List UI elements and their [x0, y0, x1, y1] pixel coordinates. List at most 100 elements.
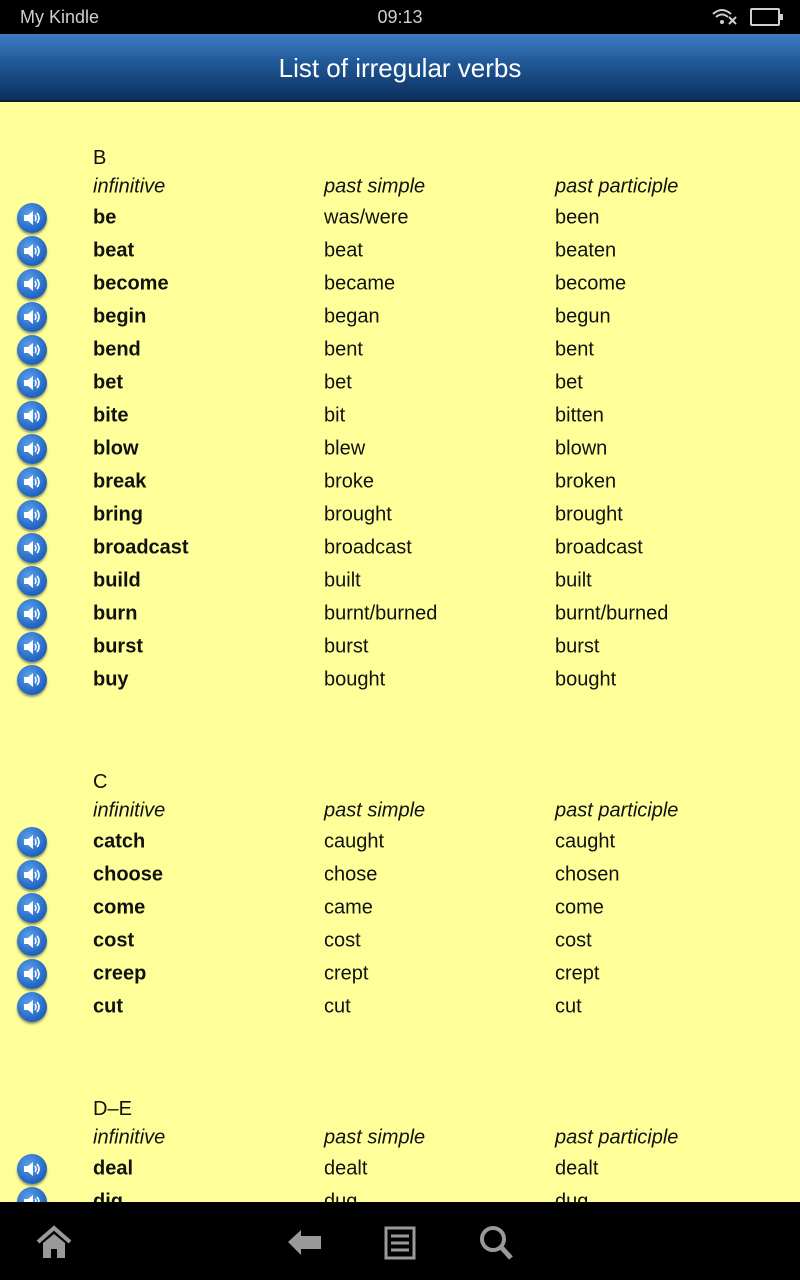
battery-charging-icon	[750, 8, 783, 26]
speaker-icon[interactable]	[17, 433, 47, 464]
back-icon[interactable]	[285, 1222, 325, 1262]
speaker-icon[interactable]	[17, 235, 47, 266]
infinitive: creep	[93, 962, 147, 984]
infinitive: come	[93, 896, 146, 918]
header-past-participle: past participle	[555, 175, 679, 198]
speaker-icon[interactable]	[17, 1186, 47, 1202]
infinitive: burn	[93, 602, 138, 624]
verb-row: begin began begun	[0, 300, 800, 333]
column-headers: infinitive past simple past participle	[0, 1124, 800, 1152]
header-infinitive: infinitive	[93, 1126, 166, 1149]
speaker-icon[interactable]	[17, 664, 47, 695]
header-past-participle: past participle	[555, 1126, 679, 1149]
past-simple: bit	[324, 404, 346, 426]
infinitive: begin	[93, 305, 147, 327]
speaker-icon[interactable]	[17, 826, 47, 857]
infinitive: break	[93, 470, 147, 492]
verb-row: cost cost cost	[0, 924, 800, 957]
speaker-icon[interactable]	[17, 892, 47, 923]
wifi-off-icon	[712, 9, 737, 25]
verb-row: break broke broken	[0, 465, 800, 498]
verb-section: D–E infinitive past simple past participle…	[0, 1095, 800, 1202]
speaker-icon[interactable]	[17, 991, 47, 1022]
past-simple: was/were	[324, 206, 409, 228]
home-icon[interactable]	[34, 1222, 74, 1262]
verb-row: be was/were been	[0, 201, 800, 234]
past-simple: dug	[324, 1190, 358, 1202]
past-participle: begun	[555, 305, 611, 327]
speaker-icon[interactable]	[17, 631, 47, 662]
past-participle: cut	[555, 995, 582, 1017]
past-participle: brought	[555, 503, 623, 525]
past-simple: became	[324, 272, 396, 294]
verb-row: dig dug dug	[0, 1185, 800, 1202]
past-participle: dealt	[555, 1157, 599, 1179]
verb-row: broadcast broadcast broadcast	[0, 531, 800, 564]
section-letter: D–E	[93, 1098, 132, 1120]
past-simple: bought	[324, 668, 386, 690]
verb-row: beat beat beaten	[0, 234, 800, 267]
speaker-icon[interactable]	[17, 466, 47, 497]
verb-row: creep crept crept	[0, 957, 800, 990]
past-participle: bought	[555, 668, 617, 690]
infinitive: bite	[93, 404, 129, 426]
speaker-icon[interactable]	[17, 301, 47, 332]
search-icon[interactable]	[476, 1222, 516, 1262]
verb-row: cut cut cut	[0, 990, 800, 1023]
past-participle: caught	[555, 830, 616, 852]
speaker-icon[interactable]	[17, 400, 47, 431]
infinitive: build	[93, 569, 141, 591]
past-simple: burst	[324, 635, 369, 657]
verb-row: build built built	[0, 564, 800, 597]
past-participle: been	[555, 206, 600, 228]
speaker-icon[interactable]	[17, 499, 47, 530]
verb-section: C infinitive past simple past participle ca…	[0, 768, 800, 1023]
speaker-icon[interactable]	[17, 598, 47, 629]
past-simple: bent	[324, 338, 363, 360]
past-simple: caught	[324, 830, 385, 852]
infinitive: broadcast	[93, 536, 189, 558]
past-participle: broken	[555, 470, 617, 492]
past-participle: bet	[555, 371, 583, 393]
verb-row: come came come	[0, 891, 800, 924]
verb-row: bend bent bent	[0, 333, 800, 366]
past-participle: bitten	[555, 404, 604, 426]
speaker-icon[interactable]	[17, 565, 47, 596]
past-simple: broke	[324, 470, 375, 492]
verb-row: bring brought brought	[0, 498, 800, 531]
verb-row: bite bit bitten	[0, 399, 800, 432]
infinitive: beat	[93, 239, 135, 261]
menu-icon[interactable]	[380, 1222, 420, 1262]
speaker-icon[interactable]	[17, 202, 47, 233]
speaker-icon[interactable]	[17, 334, 47, 365]
speaker-icon[interactable]	[17, 367, 47, 398]
past-participle: crept	[555, 962, 600, 984]
past-simple: began	[324, 305, 380, 327]
speaker-icon[interactable]	[17, 958, 47, 989]
speaker-icon[interactable]	[17, 859, 47, 890]
past-simple: cost	[324, 929, 361, 951]
speaker-icon[interactable]	[17, 1153, 47, 1184]
past-participle: blown	[555, 437, 608, 459]
infinitive: cost	[93, 929, 135, 951]
past-simple: crept	[324, 962, 369, 984]
infinitive: cut	[93, 995, 123, 1017]
column-headers: infinitive past simple past participle	[0, 173, 800, 201]
speaker-icon[interactable]	[17, 268, 47, 299]
verb-row: become became become	[0, 267, 800, 300]
speaker-icon[interactable]	[17, 532, 47, 563]
column-headers: infinitive past simple past participle	[0, 797, 800, 825]
past-participle: beaten	[555, 239, 617, 261]
verb-row: choose chose chosen	[0, 858, 800, 891]
header-past-simple: past simple	[324, 175, 426, 198]
past-simple: dealt	[324, 1157, 368, 1179]
verb-section: B infinitive past simple past participle be…	[0, 144, 800, 696]
verb-row: burn burnt/burned burnt/burned	[0, 597, 800, 630]
header-infinitive: infinitive	[93, 175, 166, 198]
speaker-icon[interactable]	[17, 925, 47, 956]
infinitive: choose	[93, 863, 164, 885]
past-simple: chose	[324, 863, 378, 885]
verb-list[interactable]: B infinitive past simple past participle be…	[0, 102, 800, 1202]
section-letter: B	[93, 147, 107, 169]
verb-row: buy bought bought	[0, 663, 800, 696]
